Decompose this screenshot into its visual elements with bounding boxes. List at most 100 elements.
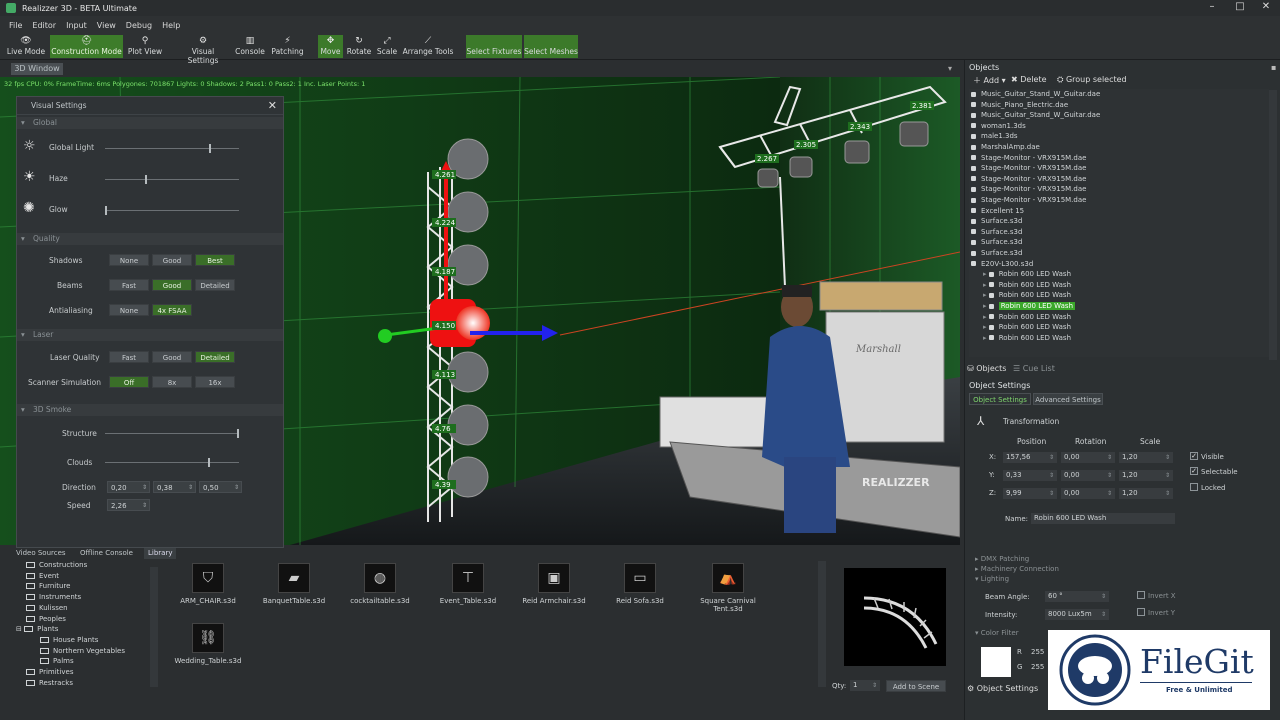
scanner-16x-option[interactable]: 16x [195, 376, 235, 388]
menu-editor[interactable]: Editor [32, 21, 56, 30]
library-item[interactable]: ⛺ Square Carnival Tent.s3d [688, 563, 768, 613]
scale-field[interactable]: 1,20 ⇕ [1119, 470, 1173, 481]
object-row[interactable]: ▸ Robin 600 LED Wash [983, 269, 1071, 280]
object-row[interactable]: male1.3ds [971, 131, 1018, 142]
library-tree-item[interactable]: Instruments [26, 593, 81, 601]
console-button[interactable]: ▥ Console [234, 35, 266, 58]
r-value[interactable]: 255 [1031, 648, 1044, 656]
shadows-best-option[interactable]: Best [195, 254, 235, 266]
object-row[interactable]: Stage-Monitor - VRX915M.dae [971, 174, 1086, 185]
delete-object-button[interactable]: ✖ Delete [1011, 75, 1047, 84]
selectable-checkbox[interactable]: ✓ [1190, 467, 1198, 475]
minimize-button[interactable]: – [1200, 0, 1224, 16]
object-row[interactable]: Excellent 15 [971, 206, 1024, 217]
object-row[interactable]: ▸ Robin 600 LED Wash [983, 280, 1071, 291]
object-row[interactable]: Surface.s3d [971, 216, 1022, 227]
rotation-field[interactable]: 0,00 ⇕ [1061, 488, 1115, 499]
direction-y-input[interactable]: 0,38 ⇕ [153, 481, 196, 493]
rotate-button[interactable]: ↻ Rotate [346, 35, 372, 58]
object-row[interactable]: Stage-Monitor - VRX915M.dae [971, 153, 1086, 164]
object-row[interactable]: ▸ Robin 600 LED Wash [983, 322, 1071, 333]
color-filter-section[interactable]: ▾ Color Filter [975, 629, 1019, 637]
laser-good-option[interactable]: Good [152, 351, 192, 363]
panel-menu-icon[interactable]: ▾ [948, 64, 952, 73]
menu-help[interactable]: Help [162, 21, 180, 30]
structure-knob[interactable] [237, 429, 239, 438]
object-row[interactable]: E20V-L300.s3d [971, 259, 1033, 270]
library-tree-item[interactable]: Northern Vegetables [40, 647, 125, 655]
tab-object-settings-bottom[interactable]: ⚙ Object Settings [967, 684, 1038, 693]
close-window-button[interactable]: ✕ [1254, 0, 1278, 16]
clouds-slider[interactable] [105, 458, 239, 467]
spin-arrows-icon[interactable]: ⇕ [1049, 452, 1054, 463]
tab-video-sources[interactable]: Video Sources [16, 548, 66, 559]
library-tree-item[interactable]: House Plants [40, 636, 98, 644]
library-tree-item[interactable]: Furniture [26, 582, 70, 590]
arrange-tools-button[interactable]: ⟋ Arrange Tools [402, 35, 454, 58]
invert-y-checkbox[interactable] [1137, 608, 1145, 616]
object-row[interactable]: ▸ Robin 600 LED Wash [983, 301, 1076, 312]
position-field[interactable]: 9,99 ⇕ [1003, 488, 1057, 499]
library-item[interactable]: ⛉ ARM_CHAIR.s3d [168, 563, 248, 605]
library-item[interactable]: ⊤ Event_Table.s3d [428, 563, 508, 605]
spin-arrows-icon[interactable]: ⇕ [1101, 591, 1106, 602]
laser-detailed-option[interactable]: Detailed [195, 351, 235, 363]
menu-view[interactable]: View [97, 21, 116, 30]
spin-arrows-icon[interactable]: ⇕ [1107, 470, 1112, 481]
rotation-field[interactable]: 0,00 ⇕ [1061, 470, 1115, 481]
tab-cue-list[interactable]: ☰ Cue List [1013, 364, 1055, 373]
scale-field[interactable]: 1,20 ⇕ [1119, 488, 1173, 499]
select-fixtures-button[interactable]: Select Fixtures [466, 35, 522, 58]
library-tree-item[interactable]: Event [26, 572, 59, 580]
scanner-8x-option[interactable]: 8x [152, 376, 192, 388]
library-item[interactable]: ▣ Reid Armchair.s3d [514, 563, 594, 605]
direction-z-input[interactable]: 0,50 ⇕ [199, 481, 242, 493]
shadows-none-option[interactable]: None [109, 254, 149, 266]
pin-icon[interactable]: ▪ [1271, 63, 1276, 72]
expand-icon[interactable]: ▸ [983, 291, 989, 299]
object-row[interactable]: ▸ Robin 600 LED Wash [983, 333, 1071, 344]
tab-offline-console[interactable]: Offline Console [80, 548, 133, 559]
spin-arrows-icon[interactable]: ⇕ [188, 482, 193, 494]
library-items-scrollbar[interactable] [818, 561, 826, 687]
menu-file[interactable]: File [9, 21, 22, 30]
tab-advanced-settings[interactable]: Advanced Settings [1033, 393, 1103, 405]
spin-arrows-icon[interactable]: ⇕ [142, 482, 147, 494]
library-tree[interactable]: Constructions Event Furniture Instruments Ku… [4, 561, 152, 691]
live-mode-button[interactable]: 👁 Live Mode [6, 35, 46, 58]
library-item[interactable]: ◍ cocktailtable.s3d [340, 563, 420, 605]
clouds-knob[interactable] [207, 458, 210, 467]
spin-arrows-icon[interactable]: ⇕ [1049, 470, 1054, 481]
library-tree-item[interactable]: Primitives [26, 668, 73, 676]
haze-knob[interactable] [144, 175, 147, 184]
beams-good-option[interactable]: Good [152, 279, 192, 291]
intensity-field[interactable]: 8000 Lux5m ⇕ [1045, 609, 1109, 620]
close-icon[interactable]: ✕ [268, 99, 277, 112]
spin-arrows-icon[interactable]: ⇕ [234, 482, 239, 494]
library-item[interactable]: ▰ BanquetTable.s3d [254, 563, 334, 605]
beam-angle-field[interactable]: 60 ° ⇕ [1045, 591, 1109, 602]
beams-fast-option[interactable]: Fast [109, 279, 149, 291]
direction-x-input[interactable]: 0,20 ⇕ [107, 481, 150, 493]
object-row[interactable]: Music_Guitar_Stand_W_Guitar.dae [971, 110, 1100, 121]
global-light-slider[interactable] [105, 144, 239, 153]
glow-knob[interactable] [105, 206, 107, 215]
library-item[interactable]: ⛓ Wedding_Table.s3d [168, 623, 248, 665]
expand-icon[interactable]: ▸ [983, 270, 989, 278]
lighting-section[interactable]: ▾ Lighting [975, 575, 1009, 583]
objects-tree[interactable]: Music_Guitar_Stand_W_Guitar.dae Music_Pia… [969, 89, 1269, 357]
scale-button[interactable]: ⤢ Scale [375, 35, 399, 58]
glow-slider[interactable] [105, 206, 239, 215]
expand-icon[interactable]: ▸ [983, 323, 989, 331]
laser-fast-option[interactable]: Fast [109, 351, 149, 363]
spin-arrows-icon[interactable]: ⇕ [142, 500, 147, 512]
aa-none-option[interactable]: None [109, 304, 149, 316]
qty-input[interactable]: 1 ⇕ [850, 680, 880, 691]
expand-icon[interactable]: ▸ [983, 313, 989, 321]
object-row[interactable]: MarshalAmp.dae [971, 142, 1040, 153]
library-tree-item[interactable]: Constructions [26, 561, 87, 569]
scanner-off-option[interactable]: Off [109, 376, 149, 388]
shadows-good-option[interactable]: Good [152, 254, 192, 266]
object-row[interactable]: Surface.s3d [971, 248, 1022, 259]
tab-object-settings[interactable]: Object Settings [969, 393, 1031, 405]
